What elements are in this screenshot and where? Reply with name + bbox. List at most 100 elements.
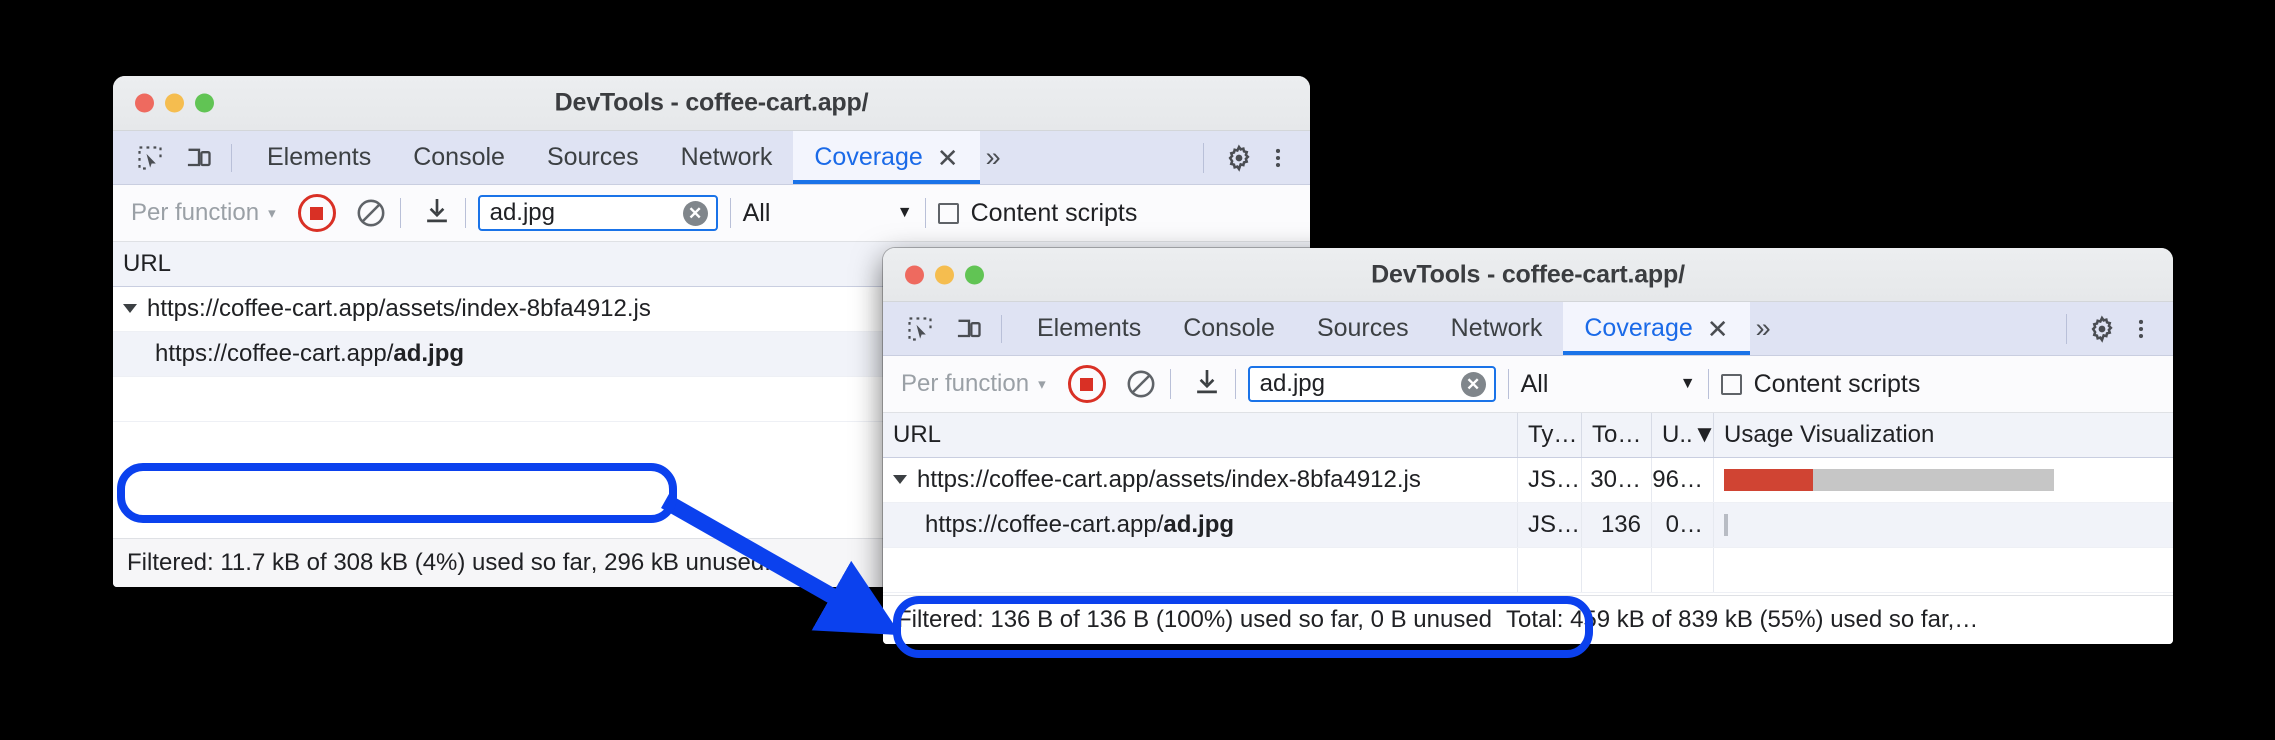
tabstrip-divider [1001,314,1002,343]
content-scripts-checkbox-wrapper[interactable]: Content scripts [1720,369,1921,399]
device-toolbar-icon[interactable] [182,141,215,174]
front-window-tabs: Elements Console Sources Network Coverag… [1016,302,1775,355]
column-header-url[interactable]: URL [883,413,1518,457]
gear-icon[interactable] [2085,312,2118,345]
device-toolbar-icon[interactable] [952,312,985,345]
toolbar-divider-1 [1169,369,1171,399]
tab-network[interactable]: Network [1430,302,1564,355]
devtools-window-front[interactable]: DevTools - coffee-cart.app/ Elements Con… [883,248,2173,644]
type-filter-value: All [1520,369,1549,398]
granularity-label: Per function [901,370,1030,397]
tab-label: Elements [267,143,372,171]
column-header-usage-visualization[interactable]: Usage Visualization [1714,413,2173,457]
column-header-type[interactable]: Ty… [1518,413,1582,457]
content-scripts-checkbox-wrapper[interactable]: Content scripts [937,198,1138,228]
front-window-titlebar[interactable]: DevTools - coffee-cart.app/ [883,248,2173,302]
clear-filter-icon[interactable]: ✕ [682,200,708,226]
tab-coverage[interactable]: Coverage ✕ [793,131,980,184]
tab-sources[interactable]: Sources [526,131,660,184]
tab-overflow-icon[interactable]: » [1750,302,1775,355]
row-url-text: https://coffee-cart.app/ [155,340,394,367]
tab-elements[interactable]: Elements [1016,302,1162,355]
tab-overflow-icon[interactable]: » [980,131,1005,184]
url-filter-input[interactable] [489,199,683,227]
column-header-total[interactable]: To… [1582,413,1652,457]
filtered-status-text: Filtered: 11.7 kB of 308 kB (4%) used so… [127,549,591,576]
clear-button[interactable] [1124,367,1158,401]
tab-elements[interactable]: Elements [246,131,392,184]
content-scripts-label: Content scripts [1753,369,1921,398]
chevron-down-icon[interactable] [893,474,907,484]
front-window-total-status: Total: 459 kB of 839 kB (55%) used so fa… [1506,606,1979,633]
close-icon[interactable]: ✕ [1707,316,1729,342]
row-url-text: https://coffee-cart.app/assets/index-8bf… [147,295,651,322]
tab-network[interactable]: Network [660,131,794,184]
close-icon[interactable]: ✕ [937,145,959,171]
row-url-highlight: ad.jpg [393,340,465,367]
actions-divider [2066,313,2067,344]
clear-filter-icon[interactable]: ✕ [1460,371,1486,397]
tab-label: Network [680,143,773,171]
more-vertical-icon[interactable] [2124,312,2157,345]
type-filter-select[interactable]: All ▼ [743,199,913,228]
record-square-icon [1080,377,1094,391]
toolbar-divider-4 [924,198,926,228]
chevron-down-icon: ▾ [268,205,276,222]
tab-label: Console [413,143,505,171]
back-window-tab-icons [113,141,246,174]
chevron-down-icon: ▼ [896,204,913,221]
content-scripts-checkbox[interactable] [1720,373,1742,395]
content-scripts-label: Content scripts [970,198,1138,227]
column-header-unused[interactable]: U..▼ [1652,413,1714,457]
row-usage-visualization-cell [1714,458,2173,502]
inspect-element-icon[interactable] [903,312,936,345]
inspect-element-icon[interactable] [133,141,166,174]
tab-label: Sources [1316,314,1409,342]
usage-bar-thin [1724,514,1728,536]
row-type-cell: JS… [1518,503,1582,547]
row-url-highlight: ad.jpg [1163,511,1235,538]
record-button[interactable] [297,194,336,232]
coverage-granularity-select[interactable]: Per function ▾ [901,370,1046,398]
row-total-cell: 136 [1582,503,1652,547]
export-button[interactable] [1191,366,1223,403]
toolbar-divider-4 [1707,369,1709,399]
coverage-granularity-select[interactable]: Per function ▾ [131,199,276,227]
chevron-down-icon[interactable] [123,303,137,313]
toolbar-divider-3 [1507,369,1509,399]
tab-label: Sources [546,143,639,171]
record-button[interactable] [1067,365,1106,403]
table-row[interactable]: https://coffee-cart.app/ ad.jpg JS… 136 … [883,503,2173,548]
url-filter-input-wrapper[interactable]: ✕ [477,195,718,231]
toolbar-divider-2 [1234,369,1236,399]
row-url-text: https://coffee-cart.app/ [925,511,1164,538]
row-type-cell: JS… [1518,458,1582,502]
tab-label: Network [1450,314,1543,342]
type-filter-select[interactable]: All ▼ [1521,370,1696,399]
back-window-titlebar[interactable]: DevTools - coffee-cart.app/ [113,76,1310,131]
tab-console[interactable]: Console [1162,302,1296,355]
url-filter-input[interactable] [1259,370,1461,398]
toolbar-divider-3 [729,198,731,228]
clear-button[interactable] [354,196,388,230]
url-filter-input-wrapper[interactable]: ✕ [1247,366,1496,402]
export-button[interactable] [421,195,453,232]
row-unused-cell: 96… [1652,458,1714,502]
front-window-table-header: URL Ty… To… U..▼ Usage Visualization [883,413,2173,458]
row-url-cell: https://coffee-cart.app/assets/index-8bf… [883,458,1518,502]
tab-sources[interactable]: Sources [1296,302,1430,355]
row-unused-cell: 0… [1652,503,1714,547]
front-window-tabstrip: Elements Console Sources Network Coverag… [883,302,2173,356]
tab-coverage[interactable]: Coverage ✕ [1563,302,1750,355]
gear-icon[interactable] [1222,141,1255,174]
row-url-text: https://coffee-cart.app/assets/index-8bf… [917,466,1421,493]
table-row[interactable]: https://coffee-cart.app/assets/index-8bf… [883,458,2173,503]
back-window-coverage-toolbar: Per function ▾ ✕ All [113,185,1310,242]
content-scripts-checkbox[interactable] [937,202,959,224]
more-vertical-icon[interactable] [1261,141,1294,174]
tab-console[interactable]: Console [392,131,526,184]
empty-cell [1582,548,1652,592]
usage-bar [1724,469,2054,491]
tabstrip-divider [231,143,232,172]
empty-cell [883,548,1518,592]
